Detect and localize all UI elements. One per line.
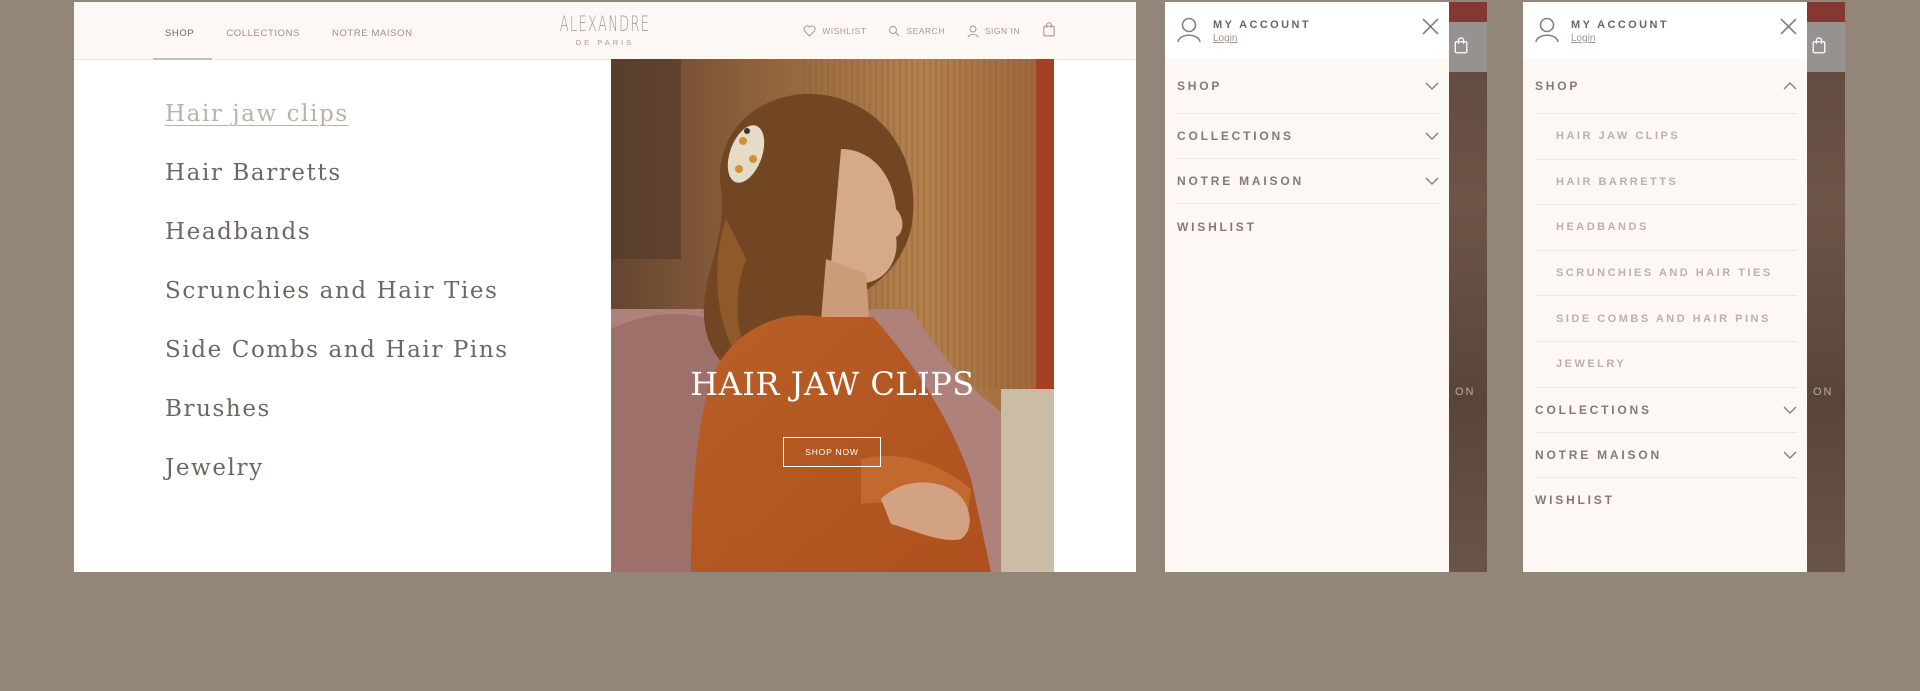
search-link[interactable]: SEARCH (888, 25, 944, 37)
search-label: SEARCH (906, 26, 945, 36)
category-hair-barretts[interactable]: Hair Barretts (165, 161, 509, 220)
user-icon (1177, 17, 1201, 43)
mobile-menu-expanded: ON MY ACCOUNT Login SHOP HAIR JAW CLIPS … (1523, 2, 1845, 572)
menu-shop-label: SHOP (1177, 79, 1223, 93)
logo-subtitle: DE PARIS (575, 38, 635, 47)
category-brushes[interactable]: Brushes (165, 397, 509, 456)
chevron-down-icon (1425, 177, 1439, 185)
drawer-menu: SHOP HAIR JAW CLIPS HAIR BARRETTS HEADBA… (1535, 59, 1797, 523)
mobile-menu-collapsed: ON MY ACCOUNT Login SHOP COLLECTIONS NOT… (1165, 2, 1487, 572)
login-link[interactable]: Login (1571, 33, 1595, 44)
chevron-down-icon (1425, 132, 1439, 140)
account-title: MY ACCOUNT (1213, 19, 1311, 31)
drawer-menu: SHOP COLLECTIONS NOTRE MAISON WISHLIST (1177, 59, 1439, 249)
account-header: MY ACCOUNT Login (1165, 2, 1449, 59)
close-icon[interactable] (1780, 18, 1797, 35)
category-hair-jaw-clips[interactable]: Hair jaw clips (165, 102, 509, 161)
shop-now-button[interactable]: SHOP NOW (783, 437, 881, 467)
category-jewelry[interactable]: Jewelry (165, 456, 509, 515)
wishlist-label: WISHLIST (822, 26, 867, 36)
nav-shop[interactable]: SHOP (152, 2, 213, 60)
menu-wishlist[interactable]: WISHLIST (1535, 478, 1797, 523)
menu-notre-maison-label: NOTRE MAISON (1177, 174, 1304, 188)
cart-button[interactable] (1042, 21, 1056, 42)
heart-icon (803, 25, 816, 37)
shop-category-list: Hair jaw clips Hair Barretts Headbands S… (165, 102, 509, 515)
nav-drawer: MY ACCOUNT Login SHOP HAIR JAW CLIPS HAI… (1523, 2, 1807, 572)
category-headbands[interactable]: Headbands (165, 220, 509, 279)
menu-collections[interactable]: COLLECTIONS (1535, 388, 1797, 433)
account-title: MY ACCOUNT (1571, 19, 1669, 31)
hero-title: HAIR JAW CLIPS (690, 365, 975, 403)
nav-drawer: MY ACCOUNT Login SHOP COLLECTIONS NOTRE … (1165, 2, 1449, 572)
menu-collections-label: COLLECTIONS (1177, 129, 1294, 143)
submenu-hair-jaw-clips[interactable]: HAIR JAW CLIPS (1535, 114, 1797, 160)
bag-icon (1043, 21, 1055, 36)
chevron-down-icon (1783, 406, 1797, 414)
menu-wishlist[interactable]: WISHLIST (1177, 204, 1439, 249)
signin-label: SIGN IN (984, 26, 1020, 36)
menu-collections-label: COLLECTIONS (1535, 402, 1652, 417)
category-scrunchies[interactable]: Scrunchies and Hair Ties (165, 279, 509, 338)
logo-wordmark: ALEXANDRE (559, 12, 651, 36)
close-icon[interactable] (1422, 18, 1439, 35)
menu-wishlist-label: WISHLIST (1535, 493, 1615, 508)
chevron-down-icon (1783, 451, 1797, 459)
menu-notre-maison[interactable]: NOTRE MAISON (1177, 159, 1439, 204)
menu-notre-maison-label: NOTRE MAISON (1535, 447, 1662, 462)
backdrop-bag-icon (1811, 36, 1827, 59)
login-link[interactable]: Login (1213, 33, 1237, 44)
header-utilities: WISHLIST SEARCH SIGN IN (781, 2, 1056, 60)
site-header: SHOP COLLECTIONS NOTRE MAISON ALEXANDRE … (74, 2, 1136, 60)
backdrop-bag-icon (1453, 36, 1469, 59)
wishlist-link[interactable]: WISHLIST (803, 25, 866, 37)
search-icon (889, 26, 900, 37)
nav-notre-maison[interactable]: NOTRE MAISON (332, 2, 413, 60)
menu-shop[interactable]: SHOP (1535, 59, 1797, 114)
backdrop-text: ON (1813, 386, 1834, 398)
menu-wishlist-label: WISHLIST (1177, 219, 1257, 234)
signin-link[interactable]: SIGN IN (967, 25, 1020, 38)
user-icon (1535, 17, 1559, 43)
user-icon (967, 25, 979, 38)
brand-logo[interactable]: ALEXANDRE DE PARIS (530, 12, 680, 47)
submenu-scrunchies[interactable]: SCRUNCHIES AND HAIR TIES (1535, 251, 1797, 297)
desktop-mega-menu: SHOP COLLECTIONS NOTRE MAISON ALEXANDRE … (74, 2, 1136, 572)
menu-notre-maison[interactable]: NOTRE MAISON (1535, 433, 1797, 478)
menu-shop[interactable]: SHOP (1177, 59, 1439, 114)
backdrop-text: ON (1455, 386, 1476, 398)
chevron-up-icon (1783, 82, 1797, 90)
hero-banner[interactable]: HAIR JAW CLIPS SHOP NOW (611, 59, 1054, 572)
chevron-down-icon (1425, 82, 1439, 90)
submenu-hair-barretts[interactable]: HAIR BARRETTS (1535, 160, 1797, 206)
submenu-side-combs[interactable]: SIDE COMBS AND HAIR PINS (1535, 296, 1797, 342)
submenu-headbands[interactable]: HEADBANDS (1535, 205, 1797, 251)
menu-shop-label: SHOP (1535, 79, 1581, 93)
menu-collections[interactable]: COLLECTIONS (1177, 114, 1439, 159)
category-side-combs[interactable]: Side Combs and Hair Pins (165, 338, 509, 397)
account-header: MY ACCOUNT Login (1523, 2, 1807, 59)
submenu-jewelry[interactable]: JEWELRY (1535, 342, 1797, 388)
nav-collections[interactable]: COLLECTIONS (226, 2, 300, 60)
hero-photo (611, 59, 1054, 572)
main-nav: SHOP COLLECTIONS NOTRE MAISON (152, 2, 445, 60)
